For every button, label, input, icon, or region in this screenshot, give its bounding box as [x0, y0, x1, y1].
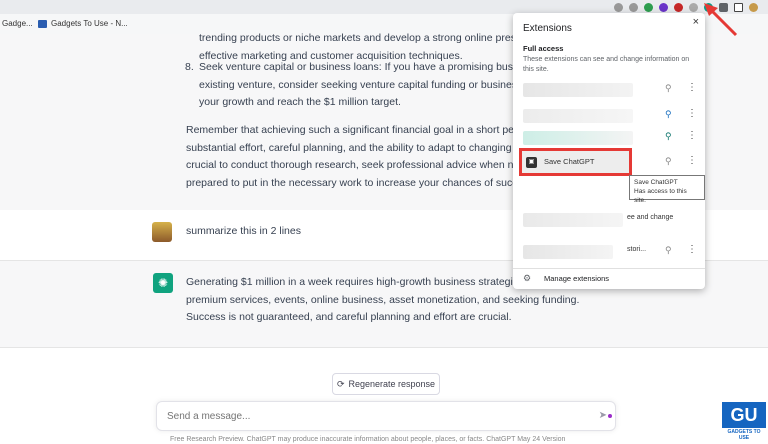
- extension-tooltip: Save ChatGPT Has access to this site.: [629, 175, 705, 204]
- extension-grey-icon[interactable]: [689, 2, 698, 12]
- save-chatgpt-icon: ▣: [526, 157, 537, 168]
- browser-toolbar: [0, 0, 768, 14]
- extension-green-icon[interactable]: [644, 2, 653, 12]
- footer-disclaimer: Free Research Preview. ChatGPT may produ…: [170, 436, 566, 443]
- bookmark-item[interactable]: Gadgets To Use - N...: [38, 19, 128, 28]
- red-arrow-annotation: [704, 3, 738, 37]
- pin-icon[interactable]: ⚲: [665, 131, 672, 142]
- share-icon[interactable]: [614, 2, 623, 12]
- extension-red-icon[interactable]: [674, 2, 683, 12]
- full-access-desc: These extensions can see and change info…: [523, 56, 690, 73]
- extension-row[interactable]: ⚲ ⋮: [513, 79, 705, 101]
- extension-row[interactable]: ⚲ ⋮: [513, 127, 705, 149]
- watermark-logo: GU: [722, 402, 766, 428]
- extension-row[interactable]: ⚲ ⋮: [513, 105, 705, 127]
- extension-purple-icon[interactable]: [659, 2, 668, 12]
- partial-extension-text: stori...: [627, 246, 647, 253]
- bookmark-label: Gadgets To Use - N...: [51, 19, 128, 28]
- send-icon[interactable]: ➤: [599, 410, 607, 421]
- pin-icon[interactable]: ⚲: [665, 156, 672, 167]
- popup-title: Extensions: [523, 23, 572, 34]
- chatgpt-logo-icon: ✺: [153, 273, 173, 293]
- blurred-extension: [523, 109, 633, 123]
- watermark-text: GADGETS TO USE: [727, 429, 761, 441]
- partial-access-text: ee and change: [627, 214, 674, 221]
- list-item-text: Seek venture capital or business loans: …: [199, 61, 549, 108]
- status-dot: [608, 414, 612, 418]
- tooltip-desc: Has access to this site.: [634, 188, 687, 204]
- gadgets-favicon-icon: [38, 19, 47, 28]
- user-avatar: [152, 222, 172, 242]
- manage-extensions-item[interactable]: ⚙ Manage extensions: [513, 268, 705, 289]
- user-message: summarize this in 2 lines: [186, 225, 301, 237]
- regenerate-label: Regenerate response: [348, 379, 436, 389]
- list-number: 8.: [185, 61, 194, 73]
- bookmark-label: Gadge...: [2, 19, 33, 28]
- blurred-extension: [523, 245, 613, 259]
- pin-icon[interactable]: ⚲: [665, 83, 672, 94]
- pin-icon[interactable]: ⚲: [665, 109, 672, 120]
- gadgets-to-use-watermark: GU GADGETS TO USE: [722, 402, 766, 441]
- refresh-icon: ⟳: [336, 378, 345, 389]
- manage-extensions-label: Manage extensions: [544, 274, 610, 283]
- star-icon[interactable]: [629, 2, 638, 12]
- response-paragraph: Remember that achieving such a significa…: [186, 124, 547, 189]
- extension-row[interactable]: stori... ⚲ ⋮: [513, 241, 705, 263]
- gear-icon: ⚙: [523, 273, 532, 283]
- bookmark-item[interactable]: Gadge...: [2, 19, 33, 28]
- tooltip-title: Save ChatGPT: [634, 179, 678, 186]
- save-chatgpt-extension[interactable]: ▣ Save ChatGPT: [519, 148, 632, 176]
- more-icon[interactable]: ⋮: [687, 155, 697, 166]
- save-chatgpt-label: Save ChatGPT: [544, 157, 595, 166]
- blurred-extension: [523, 131, 633, 145]
- regenerate-button[interactable]: ⟳ Regenerate response: [332, 373, 440, 395]
- more-icon[interactable]: ⋮: [687, 108, 697, 119]
- more-icon[interactable]: ⋮: [687, 130, 697, 141]
- profile-avatar[interactable]: [749, 2, 758, 12]
- extension-row[interactable]: ee and change: [513, 209, 705, 231]
- blurred-extension: [523, 83, 633, 97]
- full-access-title: Full access: [523, 44, 564, 53]
- pin-icon[interactable]: ⚲: [665, 245, 672, 256]
- more-icon[interactable]: ⋮: [687, 244, 697, 255]
- more-icon[interactable]: ⋮: [687, 82, 697, 93]
- message-input[interactable]: [165, 408, 569, 424]
- message-input-box[interactable]: ➤: [156, 401, 616, 431]
- blurred-extension: [523, 213, 623, 227]
